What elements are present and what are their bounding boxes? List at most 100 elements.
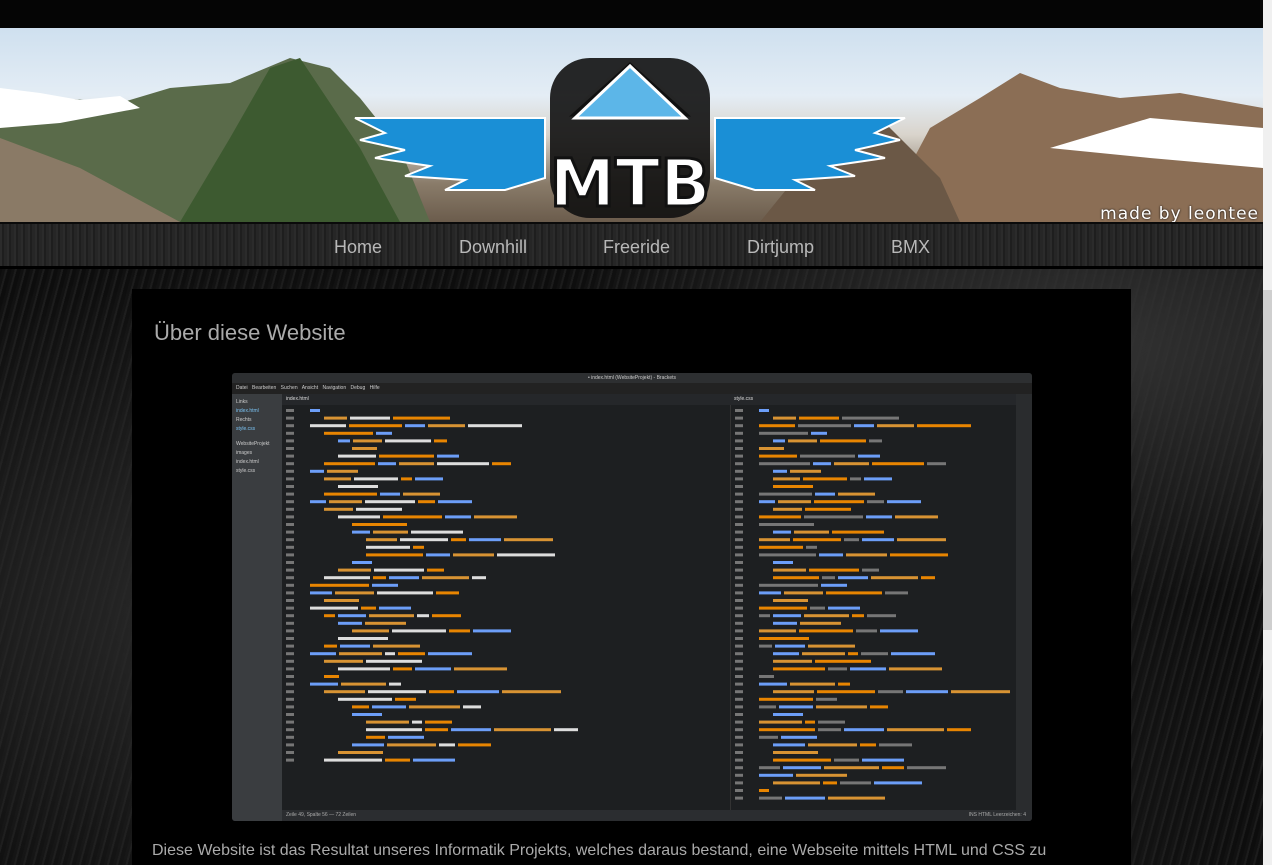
code-token [324,492,377,496]
code-token [773,690,814,694]
line-number [286,515,294,519]
editor-code-right [730,405,1016,810]
editor-title-bar: • index.html (WebsiteProjekt) - Brackets [232,373,1032,383]
line-number [286,538,294,542]
code-token [773,561,793,564]
code-token [759,553,816,557]
line-number [286,591,294,595]
code-token [759,637,809,640]
nav-item-bmx[interactable]: BMX [891,237,930,258]
line-number [735,644,743,648]
nav-item-freeride[interactable]: Freeride [603,237,670,258]
code-token [324,659,363,663]
code-token [401,477,412,481]
code-token [821,583,847,587]
line-number [735,507,743,511]
line-number [286,637,294,640]
line-number [735,538,743,542]
code-token [366,538,397,542]
line-number [286,705,294,709]
code-token [327,469,358,473]
line-number [286,469,294,473]
line-number [286,735,294,739]
line-number [735,659,743,663]
editor-tab-left: index.html [282,394,730,405]
line-number [286,523,294,526]
line-number [286,667,294,671]
code-token [867,500,884,504]
mtb-logo: MTB [345,57,915,222]
line-number [286,606,294,610]
code-token [832,530,884,534]
line-number [735,424,743,428]
code-token [785,796,825,800]
code-token [773,659,812,663]
code-token [350,416,390,420]
code-token [427,568,444,572]
code-token [310,424,346,428]
line-number [286,659,294,663]
line-number [286,728,294,732]
line-number [286,720,294,724]
line-number [286,621,294,625]
code-token [773,614,801,618]
code-token [492,462,511,466]
code-token [808,743,857,747]
nav-item-home[interactable]: Home [334,237,382,258]
code-token [454,667,507,671]
code-token [823,781,837,785]
code-token [788,439,817,443]
code-token [759,766,780,770]
code-token [338,485,378,488]
code-token [804,515,863,519]
code-token [885,591,908,595]
line-number [735,447,743,450]
nav-item-dirtjump[interactable]: Dirtjump [747,237,814,258]
code-token [428,652,472,656]
code-token [474,515,517,519]
line-number [286,485,294,488]
code-token [310,606,358,610]
nav-item-downhill[interactable]: Downhill [459,237,527,258]
code-token [409,705,460,709]
code-token [826,591,882,595]
code-token [339,652,382,656]
code-token [864,477,892,481]
line-number [286,682,294,686]
code-token [759,515,801,519]
main-content: Über diese Website • index.html (Website… [132,289,1131,865]
line-number [735,454,743,458]
code-token [813,462,831,466]
code-token [352,629,389,633]
code-token [457,690,499,694]
sidebar-file: style.css [236,426,256,432]
line-number [735,606,743,610]
line-number [735,439,743,443]
code-token [310,652,336,656]
code-token [808,644,855,648]
code-token [366,553,423,557]
code-token [352,530,370,534]
code-token [338,568,371,572]
line-number [735,515,743,519]
code-token [426,553,450,557]
code-token [352,713,382,716]
code-token [759,675,774,678]
code-token [828,796,885,800]
code-token [773,485,813,488]
code-token [799,629,853,633]
code-token [310,500,326,504]
code-token [840,781,871,785]
code-token [352,561,372,564]
line-number [286,553,294,557]
line-number [735,492,743,496]
code-token [310,409,320,412]
status-text: Zeile 49, Spalte 56 — 72 Zeilen [286,812,357,818]
code-token [814,500,864,504]
code-token [897,538,946,542]
code-token [796,773,847,777]
code-token [392,629,446,633]
code-token [389,576,419,580]
scrollbar-thumb[interactable] [1263,290,1272,630]
code-token [759,796,782,800]
